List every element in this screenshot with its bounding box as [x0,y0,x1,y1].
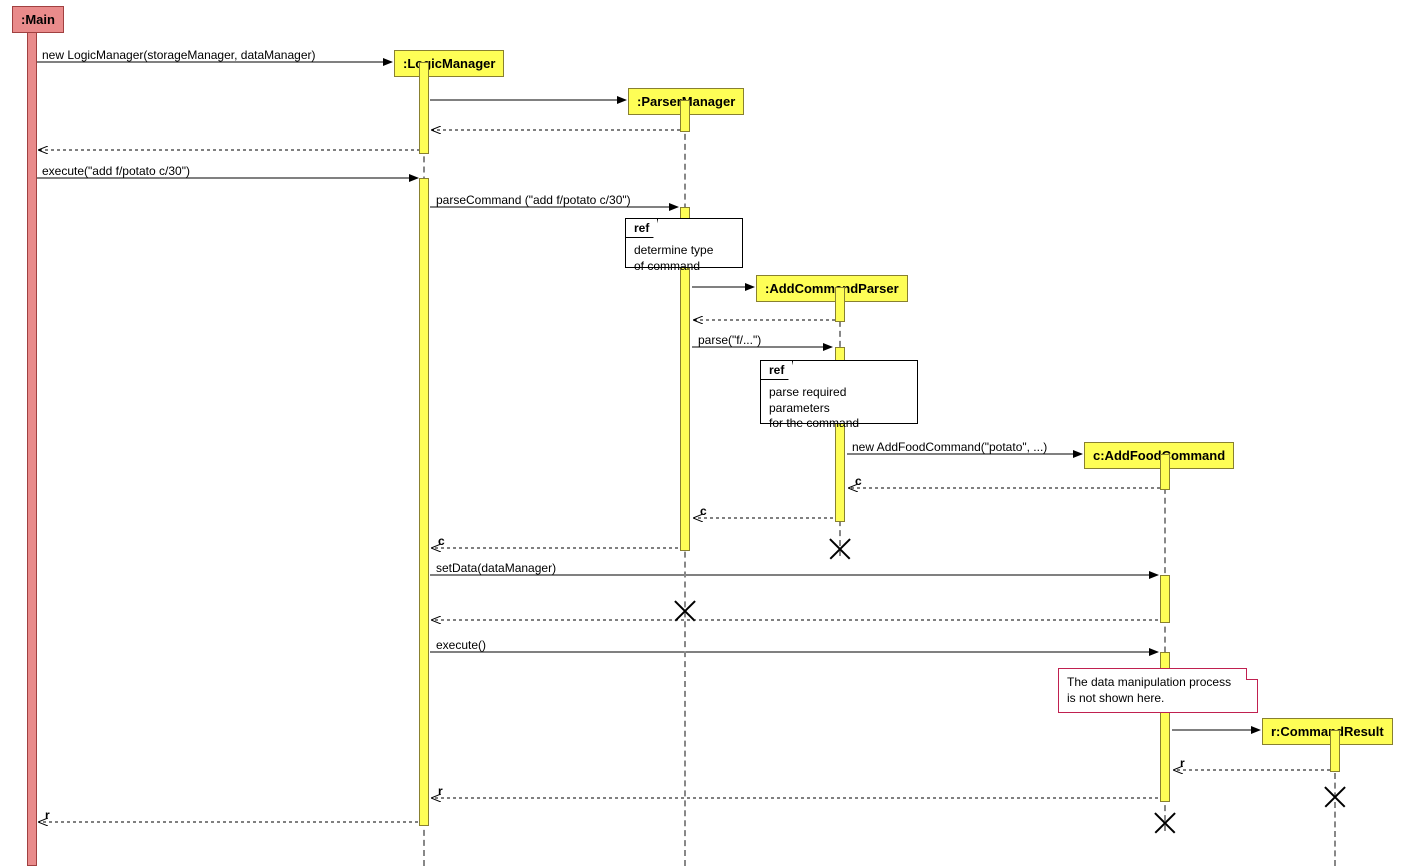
msg-execute2: execute() [436,638,486,652]
activation-addfood-1 [1160,454,1170,490]
msg-return-c-2: c [700,504,707,518]
msg-new-addfood: new AddFoodCommand("potato", ...) [852,440,1047,454]
msg-return-r-2: r [438,784,443,798]
msg-return-r-1: r [1180,756,1185,770]
activation-parser-1 [680,100,690,132]
destroy-result [1325,786,1345,806]
msg-return-r-3: r [45,808,50,822]
note-corner-icon [1246,668,1258,680]
msg-return-c-1: c [855,474,862,488]
destroy-addfood [1155,812,1175,832]
ref-content-2: parse requiredparametersfor the command [769,385,909,432]
activation-addfood-2 [1160,575,1170,623]
participant-command-result: r:CommandResult [1262,718,1393,745]
participant-add-command-parser: :AddCommandParser [756,275,908,302]
participant-main: :Main [12,6,64,33]
msg-setdata: setData(dataManager) [436,561,556,575]
ref-label-1: ref [625,218,658,238]
msg-new-logic: new LogicManager(storageManager, dataMan… [42,48,316,62]
ref-label-2: ref [760,360,793,380]
activation-main [27,32,37,866]
activation-logic-2 [419,178,429,826]
destroy-addparser [830,538,850,558]
destroy-parser [675,600,695,620]
msg-parse-command: parseCommand ("add f/potato c/30") [436,193,631,207]
ref-determine-type: ref determine typeof command [625,218,743,268]
participant-logic-manager: :LogicManager [394,50,504,77]
msg-execute: execute("add f/potato c/30") [42,164,190,178]
ref-content-1: determine typeof command [634,243,734,274]
msg-parse: parse("f/...") [698,333,761,347]
note-data-manipulation: The data manipulation processis not show… [1058,668,1258,713]
activation-addparser-1 [835,287,845,322]
activation-result-1 [1330,730,1340,772]
note-text: The data manipulation processis not show… [1067,675,1231,705]
msg-return-c-3: c [438,534,445,548]
activation-logic-1 [419,62,429,154]
ref-parse-params: ref parse requiredparametersfor the comm… [760,360,918,424]
